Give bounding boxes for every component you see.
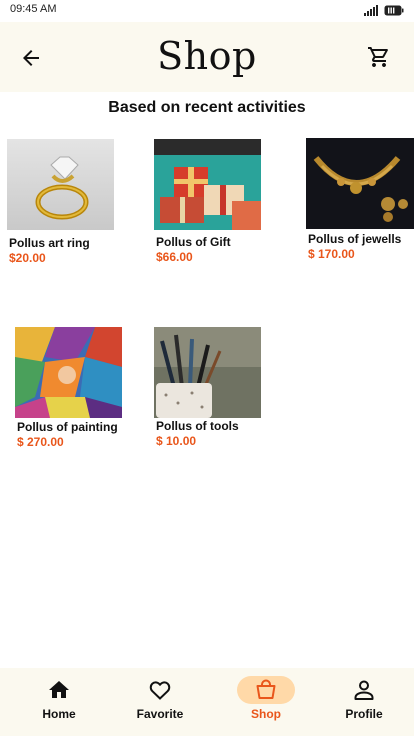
product-name: Pollus art ring: [9, 236, 90, 250]
cart-icon: [368, 47, 388, 67]
product-card-jewells[interactable]: Pollus of jewells $ 170.00: [306, 138, 414, 268]
shopping-bag-icon: [256, 679, 276, 699]
product-name: Pollus of jewells: [308, 232, 402, 246]
product-image-tools: [154, 327, 261, 418]
nav-label: Shop: [251, 707, 281, 721]
product-card-gift[interactable]: Pollus of Gift $66.00: [154, 139, 274, 269]
product-image-painting: [15, 327, 122, 418]
heart-icon: [149, 681, 171, 700]
product-image-jewells: [306, 138, 414, 229]
nav-label: Home: [42, 707, 76, 721]
product-name: Pollus of Gift: [156, 235, 231, 249]
product-price: $ 270.00: [17, 435, 64, 449]
product-image-ring: [7, 139, 114, 230]
status-icons: [364, 4, 404, 16]
product-card-tools[interactable]: Pollus of tools $ 10.00: [154, 327, 274, 457]
nav-label: Favorite: [136, 707, 184, 721]
cart-button[interactable]: [366, 45, 392, 69]
home-icon: [49, 681, 69, 698]
signal-icon: [364, 4, 378, 16]
status-time: 09:45 AM: [10, 3, 57, 15]
nav-profile[interactable]: Profile: [319, 668, 409, 736]
nav-favorite[interactable]: Favorite: [115, 668, 205, 736]
nav-home[interactable]: Home: [14, 668, 104, 736]
battery-icon: [384, 5, 404, 16]
status-bar: 09:45 AM: [0, 0, 414, 22]
header: Shop: [0, 22, 414, 92]
person-icon: [354, 680, 374, 700]
product-image-gift: [154, 139, 261, 230]
product-price: $ 170.00: [308, 247, 355, 261]
product-name: Pollus of painting: [17, 420, 118, 434]
product-price: $20.00: [9, 251, 46, 265]
bottom-nav: Home Favorite Shop Profile: [0, 668, 414, 736]
nav-shop[interactable]: Shop: [221, 668, 311, 736]
product-card-ring[interactable]: Pollus art ring $20.00: [7, 139, 127, 269]
product-name: Pollus of tools: [156, 419, 239, 433]
nav-label: Profile: [345, 707, 383, 721]
product-price: $66.00: [156, 250, 193, 264]
page-title: Shop: [157, 34, 257, 78]
section-title: Based on recent activities: [108, 99, 306, 116]
product-price: $ 10.00: [156, 434, 197, 448]
product-card-painting[interactable]: Pollus of painting $ 270.00: [15, 327, 135, 457]
